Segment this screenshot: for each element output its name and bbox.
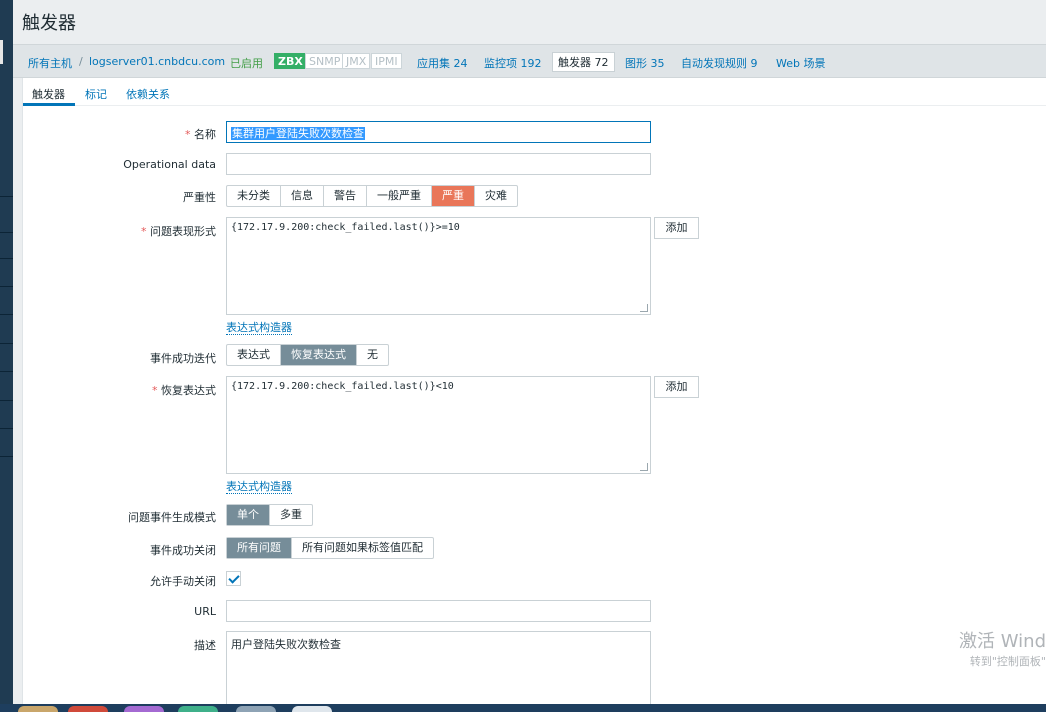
problem-expression-text: {172.17.9.200:check_failed.last()}>=10 xyxy=(231,222,460,233)
recovery-expression-builder-link[interactable]: 表达式构造器 xyxy=(226,480,292,494)
tab-trigger[interactable]: 触发器 xyxy=(32,86,65,102)
sidebar-divider xyxy=(0,371,13,372)
description-text: 用户登陆失败次数检查 xyxy=(231,638,341,651)
mode-single[interactable]: 单个 xyxy=(227,505,270,525)
resize-handle[interactable] xyxy=(640,304,648,312)
problem-expression-builder-link[interactable]: 表达式构造器 xyxy=(226,321,292,335)
zbx-availability-badge: ZBX xyxy=(274,53,307,69)
tab-dependencies[interactable]: 依赖关系 xyxy=(126,86,170,102)
nav-applications[interactable]: 应用集 24 xyxy=(417,55,468,71)
ok-event-closes-selector: 所有问题 所有问题如果标签值匹配 xyxy=(226,537,434,559)
ok-event-closes-label: 事件成功关闭 xyxy=(150,544,216,557)
severity-disaster[interactable]: 灾难 xyxy=(475,186,517,206)
add-recovery-expression-button[interactable]: 添加 xyxy=(654,376,699,398)
taskbar-app-icon[interactable] xyxy=(68,706,108,712)
taskbar-app-icon[interactable] xyxy=(292,706,332,712)
sidebar-divider xyxy=(0,456,13,457)
taskbar-app-icon[interactable] xyxy=(236,706,276,712)
activation-watermark-title: 激活 Wind xyxy=(959,631,1046,652)
host-link[interactable]: logserver01.cnbdcu.com xyxy=(89,55,225,68)
host-navigation: 所有主机 / logserver01.cnbdcu.com 已启用 ZBX SN… xyxy=(13,44,1046,78)
snmp-availability-badge: SNMP xyxy=(305,53,345,69)
activation-watermark-subtitle: 转到"控制面板" xyxy=(969,655,1046,668)
manual-close-checkbox[interactable] xyxy=(226,571,241,586)
recovery-expression-text: {172.17.9.200:check_failed.last()}<10 xyxy=(231,381,454,392)
resize-handle[interactable] xyxy=(640,463,648,471)
opdata-input[interactable] xyxy=(226,153,651,175)
all-hosts-link[interactable]: 所有主机 xyxy=(28,55,72,71)
sidebar-marker xyxy=(0,40,3,64)
url-label: URL xyxy=(194,605,216,618)
closes-all-problems[interactable]: 所有问题 xyxy=(227,538,292,558)
severity-label: 严重性 xyxy=(183,191,216,204)
recovery-expression-textarea[interactable]: {172.17.9.200:check_failed.last()}<10 xyxy=(226,376,651,474)
severity-selector: 未分类 信息 警告 一般严重 严重 灾难 xyxy=(226,185,518,207)
description-label: 描述 xyxy=(194,639,216,652)
mode-multiple[interactable]: 多重 xyxy=(270,505,312,525)
page-title: 触发器 xyxy=(22,13,76,34)
manual-close-label: 允许手动关闭 xyxy=(150,575,216,588)
url-input[interactable] xyxy=(226,600,651,622)
left-sidebar-strip xyxy=(0,0,13,712)
sidebar-divider xyxy=(0,428,13,429)
sidebar-divider xyxy=(0,343,13,344)
sidebar-divider xyxy=(0,286,13,287)
description-textarea[interactable]: 用户登陆失败次数检查 xyxy=(226,631,651,712)
taskbar-app-icon[interactable] xyxy=(18,706,58,712)
trigger-form-card: 触发器 标记 依赖关系 * 名称 集群用户登陆失败次数检查 Operationa… xyxy=(22,78,1046,712)
taskbar xyxy=(0,704,1046,712)
recovery-expression-label: * 恢复表达式 xyxy=(152,384,216,397)
problem-expression-textarea[interactable]: {172.17.9.200:check_failed.last()}>=10 xyxy=(226,217,651,315)
active-tab-indicator xyxy=(23,103,75,106)
add-problem-expression-button[interactable]: 添加 xyxy=(654,217,699,239)
sidebar-divider xyxy=(0,196,13,197)
severity-average[interactable]: 一般严重 xyxy=(367,186,432,206)
event-generation-mode-selector: 单个 多重 xyxy=(226,504,313,526)
closes-tag-match[interactable]: 所有问题如果标签值匹配 xyxy=(292,538,433,558)
ok-event-generation-selector: 表达式 恢复表达式 无 xyxy=(226,344,389,366)
nav-web-scenarios[interactable]: Web 场景 xyxy=(776,55,825,71)
nav-graphs[interactable]: 图形 35 xyxy=(625,55,665,71)
jmx-availability-badge: JMX xyxy=(342,53,371,69)
opdata-label: Operational data xyxy=(123,158,216,171)
severity-information[interactable]: 信息 xyxy=(281,186,324,206)
sidebar-divider xyxy=(0,400,13,401)
page: 触发器 所有主机 / logserver01.cnbdcu.com 已启用 ZB… xyxy=(13,0,1046,712)
name-label: * 名称 xyxy=(185,128,216,141)
taskbar-app-icon[interactable] xyxy=(178,706,218,712)
ok-event-expression[interactable]: 表达式 xyxy=(227,345,281,365)
ok-event-generation-label: 事件成功迭代 xyxy=(150,352,216,365)
breadcrumb-separator: / xyxy=(79,55,83,68)
problem-expression-label: * 问题表现形式 xyxy=(141,225,216,238)
event-generation-mode-label: 问题事件生成模式 xyxy=(128,511,216,524)
severity-not-classified[interactable]: 未分类 xyxy=(227,186,281,206)
taskbar-app-icon[interactable] xyxy=(124,706,164,712)
nav-triggers[interactable]: 触发器 72 xyxy=(552,52,615,72)
form-tabs: 触发器 标记 依赖关系 xyxy=(23,78,1046,106)
severity-high[interactable]: 严重 xyxy=(432,186,475,206)
sidebar-divider xyxy=(0,232,13,233)
severity-warning[interactable]: 警告 xyxy=(324,186,367,206)
ok-event-none[interactable]: 无 xyxy=(357,345,388,365)
ipmi-availability-badge: IPMI xyxy=(371,53,402,69)
nav-items[interactable]: 监控项 192 xyxy=(484,55,542,71)
sidebar-divider xyxy=(0,314,13,315)
name-input[interactable]: 集群用户登陆失败次数检查 xyxy=(226,121,651,143)
ok-event-recovery-expression[interactable]: 恢复表达式 xyxy=(281,345,357,365)
tab-tags[interactable]: 标记 xyxy=(85,86,107,102)
host-status-enabled[interactable]: 已启用 xyxy=(230,55,263,71)
nav-discovery-rules[interactable]: 自动发现规则 9 xyxy=(681,55,758,71)
sidebar-divider xyxy=(0,258,13,259)
